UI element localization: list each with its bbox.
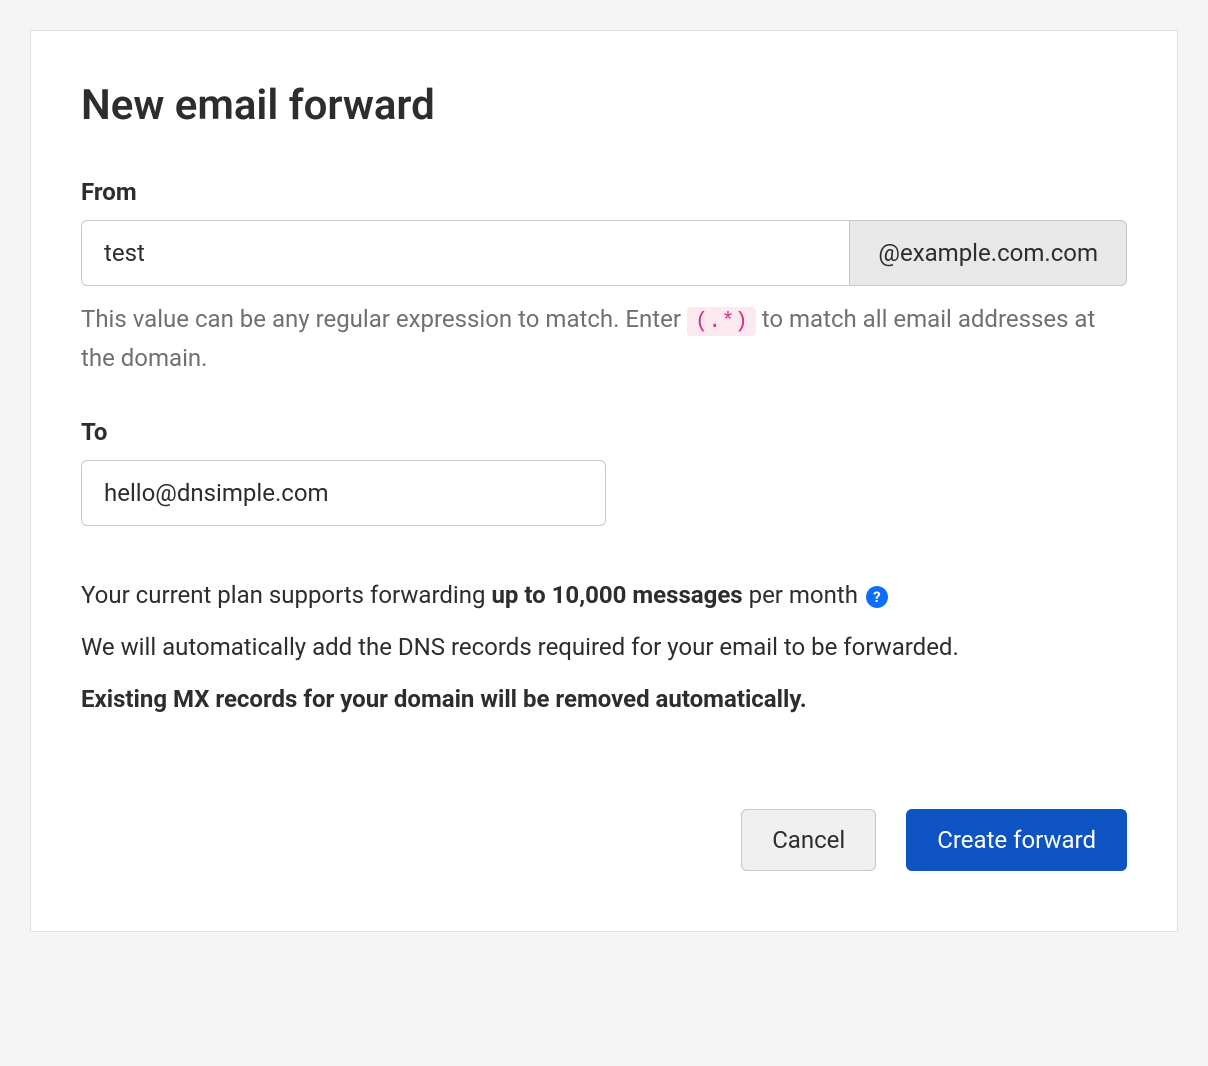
help-icon[interactable]: ? [866,586,888,608]
plan-suffix: per month [743,581,864,609]
plan-bold: up to 10,000 messages [491,581,742,609]
button-row: Cancel Create forward [81,809,1127,871]
from-help-prefix: This value can be any regular expression… [81,305,687,333]
info-block: Your current plan supports forwarding up… [81,576,1127,719]
plan-info: Your current plan supports forwarding up… [81,576,1127,614]
to-label: To [81,418,1127,446]
plan-prefix: Your current plan supports forwarding [81,581,491,609]
to-group: To [81,418,1127,526]
mx-info: Existing MX records for your domain will… [81,680,1127,718]
from-input-group: @example.com.com [81,220,1127,286]
mx-bold: Existing MX records for your domain will… [81,685,807,713]
email-forward-card: New email forward From @example.com.com … [30,30,1178,932]
from-domain-suffix: @example.com.com [850,220,1127,286]
from-help-text: This value can be any regular expression… [81,300,1127,378]
create-forward-button[interactable]: Create forward [906,809,1127,871]
cancel-button[interactable]: Cancel [741,809,876,871]
page-title: New email forward [81,81,1127,130]
from-help-code: (.*) [687,307,756,336]
from-group: From @example.com.com This value can be … [81,178,1127,378]
from-input[interactable] [81,220,850,286]
dns-info: We will automatically add the DNS record… [81,628,1127,666]
to-input[interactable] [81,460,606,526]
from-label: From [81,178,1127,206]
